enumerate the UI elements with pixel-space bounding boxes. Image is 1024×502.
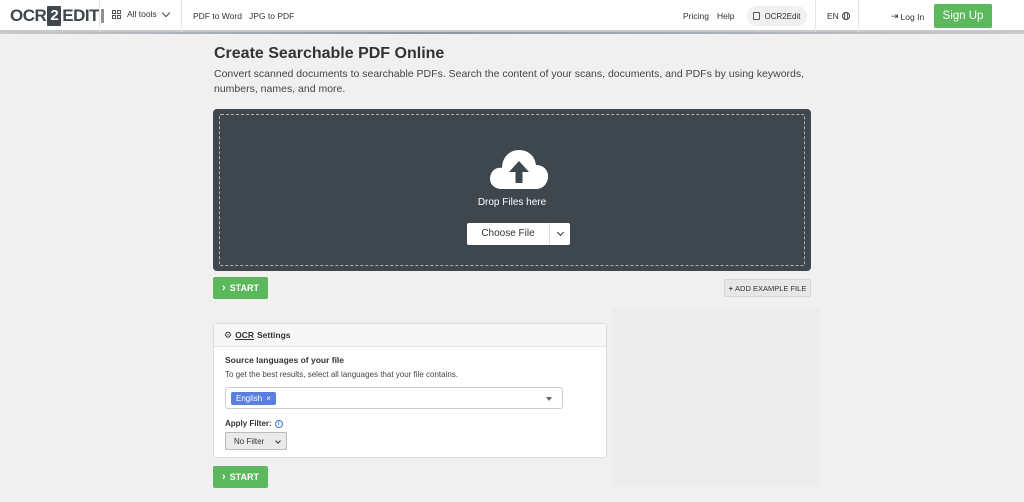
ocr2edit-app-button[interactable]: OCR2Edit (747, 6, 807, 26)
source-languages-label: Source languages of your file (225, 355, 345, 365)
chevron-down-icon (556, 228, 564, 237)
header-accent-bar (0, 32, 1024, 34)
start-label: START (229, 472, 259, 482)
logo-text-right: EDIT (62, 6, 100, 25)
start-button-top[interactable]: › START (213, 277, 268, 299)
chevron-down-icon (161, 8, 171, 17)
logo-mark (101, 9, 105, 23)
language-label: EN (827, 11, 839, 21)
globe-icon (841, 12, 850, 20)
ocr2edit-label: OCR2Edit (764, 11, 801, 21)
divider (858, 0, 859, 32)
file-dropzone[interactable]: Drop Files here Choose File (213, 109, 811, 271)
divider (815, 0, 816, 32)
sign-in-icon: ⇥ (891, 11, 899, 21)
dropzone-border: Drop Files here Choose File (219, 114, 805, 266)
drop-files-text: Drop Files here (477, 197, 547, 208)
all-tools-label: All tools (127, 9, 157, 19)
grid-icon (112, 9, 121, 19)
language-tag-english: English × (231, 392, 276, 405)
caret-down-icon (546, 397, 552, 401)
add-example-file-button[interactable]: + ADD EXAMPLE FILE (724, 279, 811, 297)
all-tools-menu[interactable]: All tools (112, 8, 171, 19)
info-icon[interactable]: i (274, 419, 283, 428)
language-tag-label: English (236, 394, 263, 403)
page-title: Create Searchable PDF Online (214, 45, 445, 62)
nav-link-pdf-to-word[interactable]: PDF to Word (193, 11, 242, 21)
ocr-settings-title: Settings (256, 330, 291, 340)
chevron-down-icon (275, 438, 281, 444)
login-link[interactable]: ⇥ Log In (891, 11, 924, 22)
choose-file-button[interactable]: Choose File (467, 223, 570, 245)
choose-file-label: Choose File (467, 223, 550, 245)
login-label: Log In (900, 11, 925, 22)
page-subtitle: Convert scanned documents to searchable … (214, 68, 805, 95)
nav-link-pricing[interactable]: Pricing (683, 11, 709, 21)
apply-filter-label: Apply Filter: i (225, 419, 283, 428)
document-icon (753, 12, 761, 20)
cogs-icon: ⚙ (224, 329, 233, 340)
apply-filter-text: Apply Filter: (225, 419, 272, 428)
ocr-settings-header: ⚙ OCR Settings (214, 324, 606, 347)
ocr-settings-panel: ⚙ OCR Settings Source languages of your … (213, 323, 607, 458)
nav-link-help[interactable]: Help (717, 11, 734, 21)
cloud-upload-icon (490, 150, 549, 189)
divider (99, 0, 100, 32)
start-button-bottom[interactable]: › START (213, 466, 268, 488)
top-navbar: OCR 2 EDIT All tools PDF to Word JPG to … (0, 0, 1024, 32)
source-languages-help: To get the best results, select all lang… (225, 370, 459, 379)
divider (181, 0, 182, 32)
start-label: START (229, 283, 259, 293)
ocr-settings-prefix: OCR (235, 330, 254, 340)
chevron-right-icon: › (221, 471, 226, 483)
filter-select-value: No Filter (234, 436, 265, 446)
filter-select[interactable]: No Filter (225, 432, 287, 450)
choose-file-dropdown-toggle[interactable] (550, 228, 570, 237)
chevron-right-icon: › (221, 282, 226, 294)
ad-placeholder (612, 309, 820, 487)
logo-text-mid: 2 (47, 6, 62, 26)
add-example-label: ADD EXAMPLE FILE (735, 283, 807, 293)
remove-tag-icon[interactable]: × (266, 394, 271, 403)
language-selector[interactable]: EN (827, 11, 850, 21)
ocr2edit-logo[interactable]: OCR 2 EDIT (10, 6, 105, 26)
plus-icon: + (728, 283, 734, 293)
nav-link-jpg-to-pdf[interactable]: JPG to PDF (249, 11, 294, 21)
source-language-select[interactable]: English × (225, 387, 563, 409)
logo-text-left: OCR (10, 6, 47, 25)
signup-button[interactable]: Sign Up (934, 4, 992, 28)
